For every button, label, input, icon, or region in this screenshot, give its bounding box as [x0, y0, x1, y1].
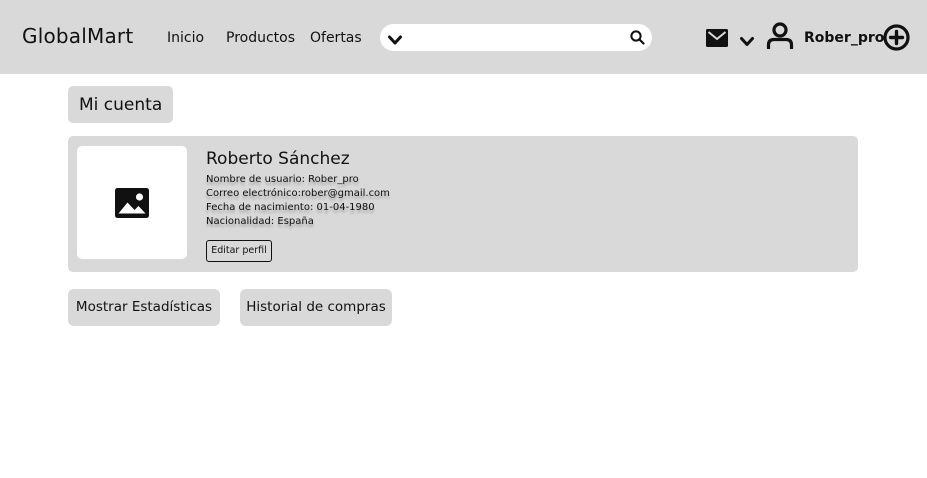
profile-name: Roberto Sánchez — [206, 149, 350, 169]
chevron-down-icon[interactable] — [388, 31, 402, 50]
profile-username: Nombre de usuario: Rober_pro — [206, 174, 359, 185]
page-title: Mi cuenta — [79, 95, 163, 115]
brand-logo[interactable]: GlobalMart — [22, 24, 133, 48]
search-bar[interactable] — [380, 24, 652, 51]
nav-link-ofertas[interactable]: Ofertas — [310, 30, 362, 46]
profile-email: Correo electrónico:rober@gmail.com — [206, 188, 390, 199]
search-icon[interactable] — [630, 30, 645, 49]
nav-link-inicio[interactable]: Inicio — [167, 30, 204, 46]
chevron-down-icon[interactable] — [740, 32, 754, 51]
purchase-history-button[interactable]: Historial de compras — [240, 289, 392, 326]
show-statistics-button[interactable]: Mostrar Estadísticas — [68, 289, 220, 326]
add-circle-icon[interactable] — [883, 24, 910, 55]
nav-link-productos[interactable]: Productos — [226, 30, 295, 46]
profile-nationality: Nacionalidad: España — [206, 216, 314, 227]
user-icon[interactable] — [766, 22, 794, 54]
page-title-pill: Mi cuenta — [68, 86, 173, 123]
profile-card: Roberto Sánchez Nombre de usuario: Rober… — [68, 136, 858, 272]
username-label[interactable]: Rober_pro — [804, 30, 884, 46]
edit-profile-button[interactable]: Editar perfil — [206, 240, 272, 262]
mail-icon[interactable] — [706, 29, 728, 51]
top-navigation-bar: GlobalMart Inicio Productos Ofertas Robe… — [0, 0, 927, 74]
search-input[interactable] — [408, 28, 626, 48]
image-placeholder-icon — [115, 188, 149, 218]
profile-birthdate: Fecha de nacimiento: 01-04-1980 — [206, 202, 375, 213]
avatar — [77, 146, 187, 259]
